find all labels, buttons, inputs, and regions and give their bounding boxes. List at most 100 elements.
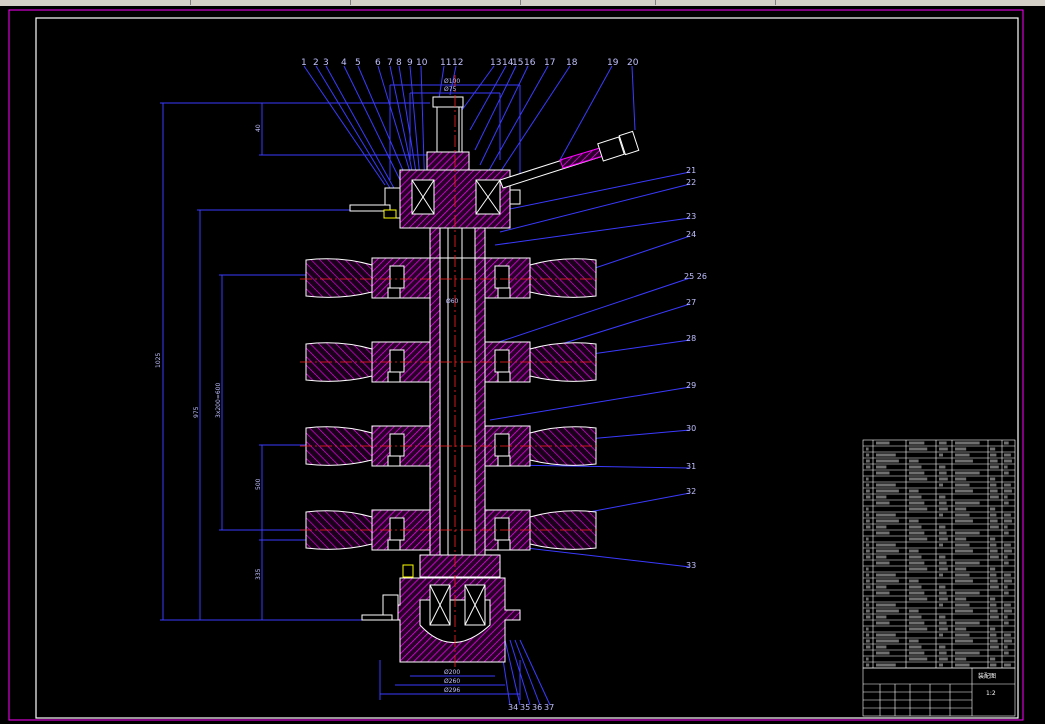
table-cell-mark <box>1004 465 1008 469</box>
table-cell-mark <box>939 591 947 595</box>
table-cell-mark <box>866 627 869 631</box>
table-cell-mark <box>909 621 925 625</box>
table-cell-mark <box>990 609 998 613</box>
table-cell-mark <box>1004 579 1012 583</box>
table-cell-mark <box>990 663 997 667</box>
table-cell-mark <box>909 507 928 511</box>
table-cell-mark <box>939 615 946 619</box>
table-cell-mark <box>866 645 871 649</box>
table-cell-mark <box>876 621 890 625</box>
table-cell-mark <box>939 513 943 517</box>
dim-bottom-width-c: Ø296 <box>444 687 460 694</box>
table-cell-mark <box>990 525 999 529</box>
table-cell-mark <box>990 465 999 469</box>
table-cell-mark <box>876 471 890 475</box>
callout-24: 24 <box>686 230 696 239</box>
table-cell-mark <box>1004 489 1012 493</box>
table-cell-mark <box>955 639 973 643</box>
table-cell-mark <box>939 531 947 535</box>
table-cell-mark <box>990 627 996 631</box>
table-cell-mark <box>955 441 980 445</box>
table-cell-mark <box>866 495 871 499</box>
table-cell-mark <box>955 489 973 493</box>
table-cell-mark <box>909 441 925 445</box>
table-cell-mark <box>1004 645 1008 649</box>
table-cell-mark <box>955 561 980 565</box>
table-cell-mark <box>939 555 946 559</box>
table-cell-mark <box>939 573 943 577</box>
table-cell-mark <box>876 585 887 589</box>
callout-6: 6 <box>375 58 381 68</box>
callout-4: 4 <box>341 58 347 68</box>
table-cell-mark <box>909 627 928 631</box>
bottom-bearing-base <box>361 554 521 663</box>
table-cell-mark <box>955 519 973 523</box>
table-cell-mark <box>909 591 925 595</box>
table-cell-mark <box>955 477 967 481</box>
table-cell-mark <box>866 519 870 523</box>
table-cell-mark <box>939 525 946 529</box>
callout-15: 15 <box>512 58 523 68</box>
table-cell-mark <box>876 633 896 637</box>
table-cell-mark <box>876 465 887 469</box>
table-cell-mark <box>955 459 973 463</box>
table-cell-mark <box>876 495 887 499</box>
dim-top-width-a: Ø100 <box>444 78 460 85</box>
table-cell-mark <box>909 477 928 481</box>
table-cell-mark <box>939 537 948 541</box>
table-cell-mark <box>866 537 869 541</box>
dim-bottom-width-a: Ø200 <box>444 669 460 676</box>
table-cell-mark <box>909 531 925 535</box>
table-cell-mark <box>955 501 980 505</box>
table-cell-mark <box>876 531 890 535</box>
table-cell-mark <box>939 633 943 637</box>
table-cell-mark <box>909 501 925 505</box>
table-cell-mark <box>955 573 970 577</box>
table-cell-mark <box>990 567 996 571</box>
table-cell-mark <box>990 633 997 637</box>
table-cell-mark <box>866 459 870 463</box>
table-cell-mark <box>939 477 948 481</box>
callout-18: 18 <box>566 58 578 68</box>
table-cell-mark <box>939 585 946 589</box>
table-cell-mark <box>990 597 996 601</box>
table-cell-mark <box>866 657 869 661</box>
table-cell-mark <box>866 489 870 493</box>
table-cell-mark <box>939 471 947 475</box>
callout-1: 1 <box>301 58 307 68</box>
table-cell-mark <box>1004 663 1011 667</box>
table-cell-mark <box>1004 459 1012 463</box>
table-cell-mark <box>909 447 928 451</box>
table-cell-mark <box>909 489 919 493</box>
cad-drawing-canvas[interactable]: 1 2 3 4 5 6 7 8 9 10 11 12 13 14 15 16 1… <box>0 0 1045 724</box>
table-cell-mark <box>1004 591 1009 595</box>
table-cell-mark <box>866 543 870 547</box>
table-cell-mark <box>866 555 871 559</box>
table-cell-mark <box>866 615 871 619</box>
table-cell-mark <box>955 621 980 625</box>
table-cell-mark <box>990 495 999 499</box>
callout-7: 7 <box>387 58 393 68</box>
table-cell-mark <box>876 663 896 667</box>
table-cell-mark <box>939 453 943 457</box>
table-cell-mark <box>1004 453 1011 457</box>
table-cell-mark <box>990 639 998 643</box>
table-cell-mark <box>1004 615 1008 619</box>
table-cell-mark <box>909 645 922 649</box>
table-cell-mark <box>939 567 948 571</box>
table-cell-mark <box>866 585 871 589</box>
callout-22: 22 <box>686 178 696 187</box>
table-cell-mark <box>866 513 870 517</box>
top-bearing-head <box>349 96 521 229</box>
callout-10: 10 <box>416 58 428 68</box>
table-cell-mark <box>939 651 947 655</box>
table-cell-mark <box>876 573 896 577</box>
table-cell-mark <box>1004 513 1011 517</box>
callout-36: 36 <box>532 703 542 712</box>
callout-5: 5 <box>355 58 361 68</box>
table-cell-mark <box>1004 651 1009 655</box>
table-cell-mark <box>939 501 947 505</box>
table-cell-mark <box>1004 639 1012 643</box>
table-cell-mark <box>876 639 899 643</box>
table-cell-mark <box>1004 585 1008 589</box>
